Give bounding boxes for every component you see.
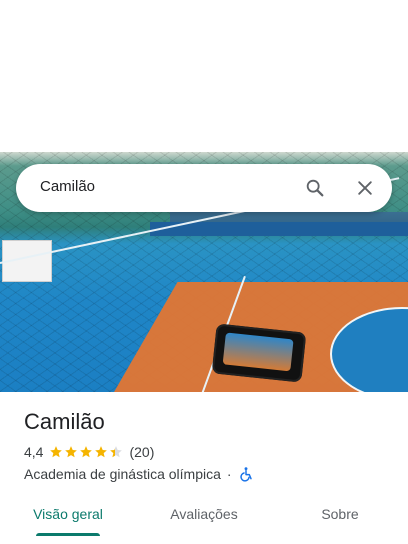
rating-row[interactable]: 4,4 (20) (24, 444, 154, 460)
tab-overview[interactable]: Visão geral (0, 500, 136, 544)
star-icon (50, 446, 63, 458)
place-title: Camilão (24, 409, 105, 434)
place-category: Academia de ginástica olímpica (24, 466, 221, 482)
close-icon (358, 181, 372, 195)
category-row: Academia de ginástica olímpica · (24, 466, 254, 482)
place-tabs: Visão geral Avaliações Sobre (0, 500, 408, 544)
tab-label: Sobre (321, 506, 359, 522)
tab-label: Avaliações (170, 506, 238, 522)
star-icon (80, 446, 93, 458)
tab-reviews[interactable]: Avaliações (136, 500, 272, 544)
separator: · (226, 466, 232, 482)
clear-search-button[interactable] (351, 174, 379, 202)
search-input[interactable]: Camilão (40, 178, 95, 195)
tab-label: Visão geral (33, 506, 103, 522)
star-icon (110, 446, 123, 458)
photo-rail (150, 222, 408, 236)
photo-phone (211, 323, 307, 383)
search-button[interactable] (301, 174, 329, 202)
tab-about[interactable]: Sobre (272, 500, 408, 544)
star-icon (65, 446, 78, 458)
rating-stars (49, 445, 123, 459)
wheelchair-accessible-icon (239, 467, 252, 482)
active-tab-indicator (36, 533, 100, 536)
search-icon (306, 179, 324, 197)
rating-value: 4,4 (24, 444, 44, 460)
reviews-count[interactable]: (20) (129, 444, 154, 460)
search-bar[interactable]: Camilão (16, 164, 392, 212)
star-icon (95, 446, 108, 458)
